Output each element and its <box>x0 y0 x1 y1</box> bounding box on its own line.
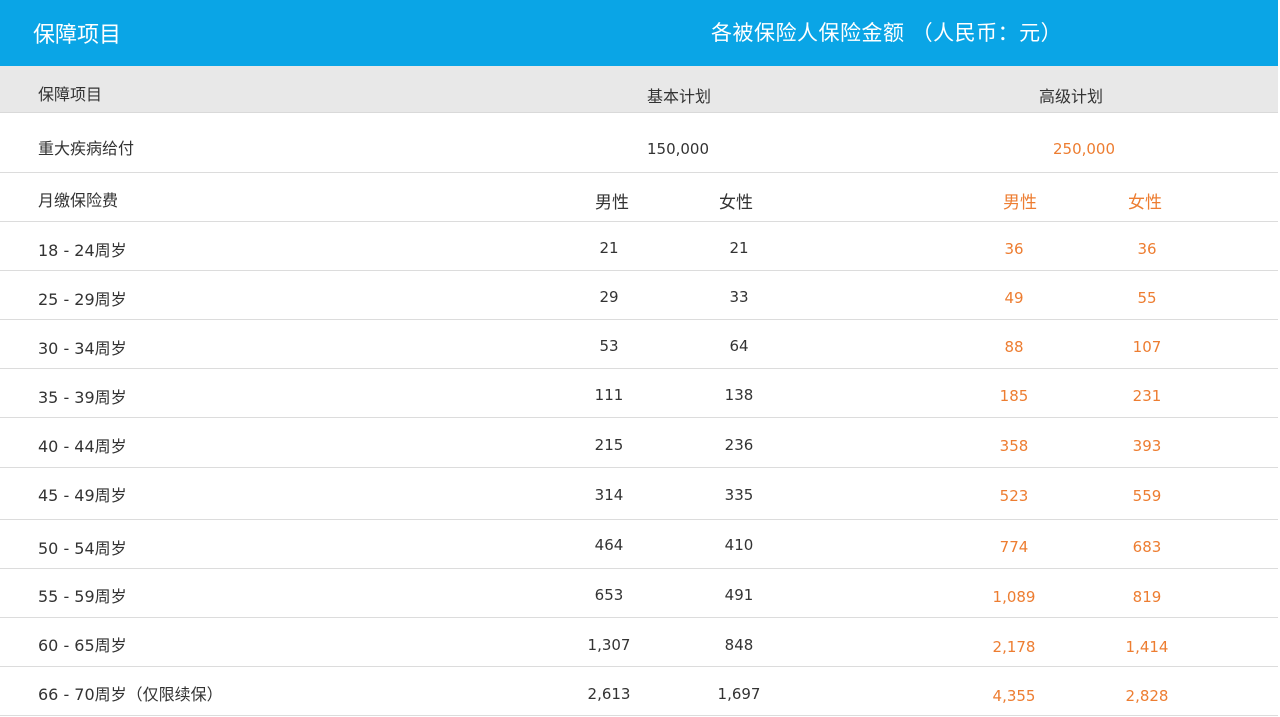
basic-female-premium: 848 <box>724 636 754 654</box>
basic-male-premium: 53 <box>599 337 619 355</box>
basic-female-premium: 33 <box>729 288 749 306</box>
premium-male-premium: 774 <box>999 538 1029 556</box>
table-row: 45 - 49周岁 314 335 523 559 <box>0 468 1278 520</box>
premium-female-premium: 1,414 <box>1125 638 1169 656</box>
premium-male-premium: 36 <box>1004 240 1024 258</box>
age-band: 35 - 39周岁 <box>38 388 127 407</box>
age-band: 18 - 24周岁 <box>38 241 127 260</box>
premium-male-premium: 1,089 <box>992 588 1036 606</box>
premium-subheader-row: 月缴保险费 男性 女性 男性 女性 <box>0 173 1278 222</box>
age-band: 25 - 29周岁 <box>38 290 127 309</box>
header-premium-plan: 高级计划 <box>1038 87 1104 106</box>
table-row: 35 - 39周岁 111 138 185 231 <box>0 369 1278 418</box>
benefit-basic-value: 150,000 <box>646 140 710 158</box>
basic-male-premium: 215 <box>594 436 624 454</box>
age-band: 45 - 49周岁 <box>38 486 127 505</box>
premium-male-premium: 49 <box>1004 289 1024 307</box>
header-item: 保障项目 <box>38 85 103 104</box>
basic-female-premium: 491 <box>724 586 754 604</box>
header-basic-plan: 基本计划 <box>646 87 712 106</box>
table-row: 18 - 24周岁 21 21 36 36 <box>0 222 1278 271</box>
benefit-row: 重大疾病给付 150,000 250,000 <box>0 113 1278 173</box>
premium-female-premium: 55 <box>1137 289 1157 307</box>
basic-female-premium: 21 <box>729 239 749 257</box>
basic-male-premium: 314 <box>594 486 624 504</box>
basic-male-premium: 111 <box>594 386 624 404</box>
basic-female-premium: 1,697 <box>717 685 761 703</box>
premium-female-premium: 231 <box>1132 387 1162 405</box>
basic-male-premium: 2,613 <box>587 685 631 703</box>
basic-female-premium: 410 <box>724 536 754 554</box>
subheader-basic-male: 男性 <box>595 193 629 213</box>
premium-female-premium: 559 <box>1132 487 1162 505</box>
basic-male-premium: 1,307 <box>587 636 631 654</box>
basic-female-premium: 236 <box>724 436 754 454</box>
age-band: 55 - 59周岁 <box>38 587 127 606</box>
premium-female-premium: 819 <box>1132 588 1162 606</box>
premium-male-premium: 185 <box>999 387 1029 405</box>
table-row: 50 - 54周岁 464 410 774 683 <box>0 520 1278 569</box>
benefit-label: 重大疾病给付 <box>38 139 135 158</box>
age-band: 50 - 54周岁 <box>38 539 127 558</box>
subheader-label: 月缴保险费 <box>38 191 119 210</box>
table-row: 40 - 44周岁 215 236 358 393 <box>0 418 1278 468</box>
table-row: 30 - 34周岁 53 64 88 107 <box>0 320 1278 369</box>
banner-left-title: 保障项目 <box>33 23 122 48</box>
title-banner: 保障项目 各被保险人保险金额 （人民币：元） <box>0 0 1278 66</box>
table-row: 55 - 59周岁 653 491 1,089 819 <box>0 569 1278 618</box>
premium-male-premium: 2,178 <box>992 638 1036 656</box>
banner-right-title: 各被保险人保险金额 （人民币：元） <box>711 21 1063 45</box>
premium-female-premium: 107 <box>1132 338 1162 356</box>
premium-male-premium: 88 <box>1004 338 1024 356</box>
basic-male-premium: 653 <box>594 586 624 604</box>
subheader-premium-male: 男性 <box>1003 193 1037 213</box>
table-row: 25 - 29周岁 29 33 49 55 <box>0 271 1278 320</box>
basic-female-premium: 64 <box>729 337 749 355</box>
age-band: 30 - 34周岁 <box>38 339 127 358</box>
premium-male-premium: 358 <box>999 437 1029 455</box>
age-band: 66 - 70周岁（仅限续保） <box>38 685 223 704</box>
premium-male-premium: 523 <box>999 487 1029 505</box>
basic-male-premium: 21 <box>599 239 619 257</box>
age-band: 60 - 65周岁 <box>38 636 127 655</box>
subheader-premium-female: 女性 <box>1128 193 1162 213</box>
basic-female-premium: 335 <box>724 486 754 504</box>
premium-male-premium: 4,355 <box>992 687 1036 705</box>
column-header-row: 保障项目 基本计划 高级计划 <box>0 66 1278 113</box>
premium-female-premium: 393 <box>1132 437 1162 455</box>
basic-female-premium: 138 <box>724 386 754 404</box>
premium-female-premium: 36 <box>1137 240 1157 258</box>
table-row: 66 - 70周岁（仅限续保） 2,613 1,697 4,355 2,828 <box>0 667 1278 716</box>
benefit-premium-value: 250,000 <box>1052 140 1116 158</box>
subheader-basic-female: 女性 <box>719 193 753 213</box>
premium-female-premium: 2,828 <box>1125 687 1169 705</box>
basic-male-premium: 29 <box>599 288 619 306</box>
basic-male-premium: 464 <box>594 536 624 554</box>
age-band: 40 - 44周岁 <box>38 437 127 456</box>
premium-female-premium: 683 <box>1132 538 1162 556</box>
table-row: 60 - 65周岁 1,307 848 2,178 1,414 <box>0 618 1278 667</box>
